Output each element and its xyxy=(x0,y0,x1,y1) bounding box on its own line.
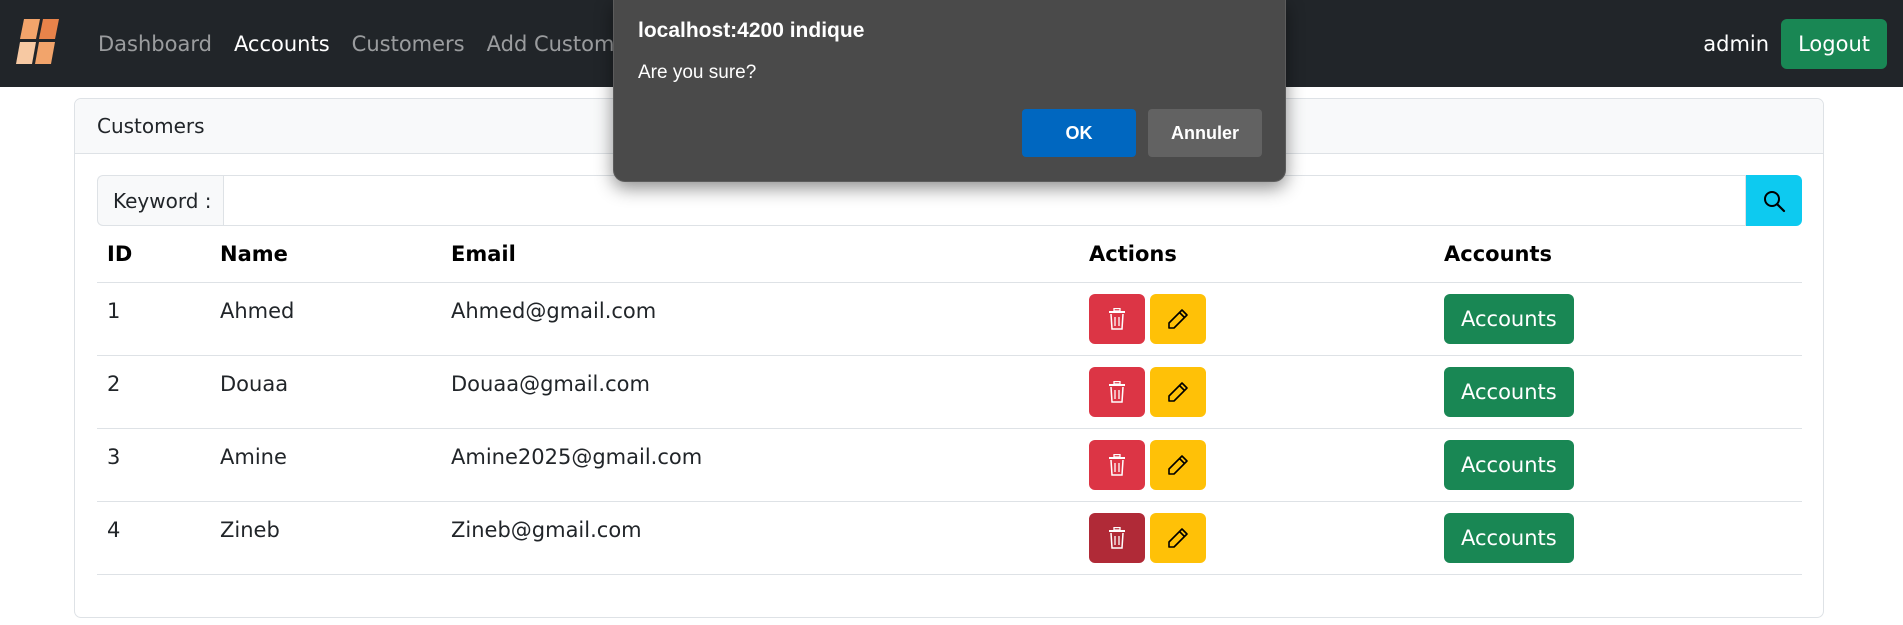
cell-name: Douaa xyxy=(210,355,441,429)
card-body: Keyword : ID Name Email Actions Accounts xyxy=(75,154,1823,575)
pencil-icon xyxy=(1168,527,1188,548)
nav-links: Dashboard Accounts Customers Add Custome… xyxy=(98,0,658,87)
pencil-icon xyxy=(1168,381,1188,402)
cell-accounts: Accounts xyxy=(1434,282,1802,356)
pencil-icon xyxy=(1168,308,1188,329)
cell-email: Ahmed@gmail.com xyxy=(441,282,1079,356)
delete-button[interactable] xyxy=(1089,366,1145,417)
cell-accounts: Accounts xyxy=(1434,501,1802,575)
accounts-button[interactable]: Accounts xyxy=(1444,366,1574,417)
header-name: Name xyxy=(210,226,441,283)
cell-accounts: Accounts xyxy=(1434,428,1802,502)
edit-button[interactable] xyxy=(1150,293,1206,344)
header-email: Email xyxy=(441,226,1079,283)
keyword-input[interactable] xyxy=(223,175,1746,226)
ok-button[interactable]: OK xyxy=(1022,109,1136,157)
edit-button[interactable] xyxy=(1150,512,1206,563)
pencil-icon xyxy=(1168,454,1188,475)
search-icon xyxy=(1764,190,1786,212)
table-header-row: ID Name Email Actions Accounts xyxy=(97,226,1802,283)
delete-button[interactable] xyxy=(1089,512,1145,563)
cell-id: 4 xyxy=(97,501,210,575)
accounts-button[interactable]: Accounts xyxy=(1444,512,1574,563)
cell-email: Amine2025@gmail.com xyxy=(441,428,1079,502)
table-row: 1 Ahmed Ahmed@gmail.com Accounts xyxy=(97,282,1802,356)
delete-button[interactable] xyxy=(1089,439,1145,490)
dialog-title: localhost:4200 indique xyxy=(638,19,865,42)
cell-id: 2 xyxy=(97,355,210,429)
accounts-button[interactable]: Accounts xyxy=(1444,439,1574,490)
accounts-button[interactable]: Accounts xyxy=(1444,293,1574,344)
stacked-tiles-logo-icon[interactable] xyxy=(12,17,64,69)
trash-icon xyxy=(1109,307,1125,330)
header-accounts: Accounts xyxy=(1434,226,1802,283)
edit-button[interactable] xyxy=(1150,366,1206,417)
trash-icon xyxy=(1109,380,1125,403)
dialog-message: Are you sure? xyxy=(638,62,757,83)
header-id: ID xyxy=(97,226,210,283)
nav-link-accounts[interactable]: Accounts xyxy=(234,32,330,56)
cell-actions xyxy=(1079,501,1434,575)
table-row: 3 Amine Amine2025@gmail.com Accounts xyxy=(97,428,1802,502)
cell-email: Zineb@gmail.com xyxy=(441,501,1079,575)
cell-actions xyxy=(1079,355,1434,429)
cell-name: Zineb xyxy=(210,501,441,575)
delete-button[interactable] xyxy=(1089,293,1145,344)
nav-link-dashboard[interactable]: Dashboard xyxy=(98,32,212,56)
cell-actions xyxy=(1079,428,1434,502)
cancel-button[interactable]: Annuler xyxy=(1148,109,1262,157)
search-group: Keyword : xyxy=(97,175,1802,226)
edit-button[interactable] xyxy=(1150,439,1206,490)
nav-right: admin Logout xyxy=(1703,0,1887,87)
cell-name: Amine xyxy=(210,428,441,502)
cell-id: 3 xyxy=(97,428,210,502)
cell-actions xyxy=(1079,282,1434,356)
header-actions: Actions xyxy=(1079,226,1434,283)
trash-icon xyxy=(1109,526,1125,549)
username: admin xyxy=(1703,31,1770,56)
confirm-dialog: localhost:4200 indique Are you sure? OK … xyxy=(613,0,1286,182)
search-button[interactable] xyxy=(1746,175,1802,226)
cell-name: Ahmed xyxy=(210,282,441,356)
cell-id: 1 xyxy=(97,282,210,356)
nav-link-customers[interactable]: Customers xyxy=(352,32,465,56)
trash-icon xyxy=(1109,453,1125,476)
logout-button[interactable]: Logout xyxy=(1781,18,1887,69)
keyword-label: Keyword : xyxy=(97,175,223,226)
cell-email: Douaa@gmail.com xyxy=(441,355,1079,429)
table-row: 4 Zineb Zineb@gmail.com Accounts xyxy=(97,501,1802,575)
cell-accounts: Accounts xyxy=(1434,355,1802,429)
customers-table: ID Name Email Actions Accounts 1 Ahmed A… xyxy=(97,226,1802,575)
table-row: 2 Douaa Douaa@gmail.com Accounts xyxy=(97,355,1802,429)
